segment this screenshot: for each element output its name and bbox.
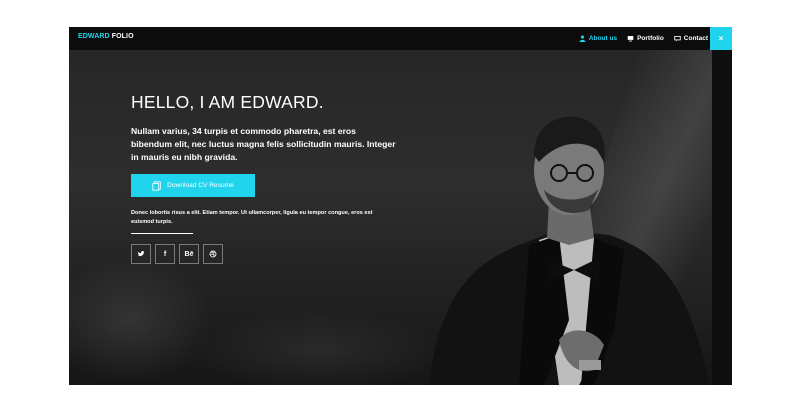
hero-lead: Nullam varius, 34 turpis et commodo phar… <box>131 126 396 162</box>
twitter-button[interactable] <box>131 244 151 264</box>
document-icon <box>152 180 161 191</box>
behance-icon: Bē <box>184 250 194 258</box>
dribbble-icon <box>209 250 217 258</box>
navbar: EDWARD FOLIO About us Portfolio Contact … <box>69 27 732 50</box>
facebook-icon: f <box>163 250 167 258</box>
portrait-image <box>429 116 709 385</box>
social-links: f Bē <box>131 244 401 264</box>
hero-content: HELLO, I AM EDWARD. Nullam varius, 34 tu… <box>131 92 401 264</box>
nav-item-label: Portfolio <box>637 35 664 42</box>
download-cv-button[interactable]: Download CV Resume <box>131 174 255 197</box>
user-icon <box>579 35 586 42</box>
page-frame: EDWARD FOLIO About us Portfolio Contact … <box>69 27 732 385</box>
behance-button[interactable]: Bē <box>179 244 199 264</box>
hero-small-text: Donec lobortis risus a elit. Etiam tempo… <box>131 210 373 225</box>
nav-item-label: About us <box>588 35 618 42</box>
nav-item-about[interactable]: About us <box>579 35 617 42</box>
dribbble-button[interactable] <box>203 244 223 264</box>
facebook-button[interactable]: f <box>155 244 175 264</box>
nav-item-contact[interactable]: Contact <box>674 35 708 42</box>
brand-first: EDWARD <box>78 33 110 40</box>
twitter-icon <box>137 251 145 257</box>
download-cv-label: Download CV Resume <box>167 182 234 189</box>
close-button[interactable]: × <box>710 27 732 50</box>
monitor-icon <box>627 36 634 42</box>
brand-second: FOLIO <box>111 33 134 40</box>
hero-section: HELLO, I AM EDWARD. Nullam varius, 34 tu… <box>69 50 732 385</box>
brand-logo[interactable]: EDWARD FOLIO <box>78 33 134 40</box>
nav-item-portfolio[interactable]: Portfolio <box>627 35 664 42</box>
page-title: HELLO, I AM EDWARD. <box>131 92 324 112</box>
chat-icon <box>674 35 681 42</box>
nav-menu: About us Portfolio Contact <box>579 27 708 50</box>
divider <box>131 233 193 234</box>
nav-item-label: Contact <box>683 35 708 42</box>
